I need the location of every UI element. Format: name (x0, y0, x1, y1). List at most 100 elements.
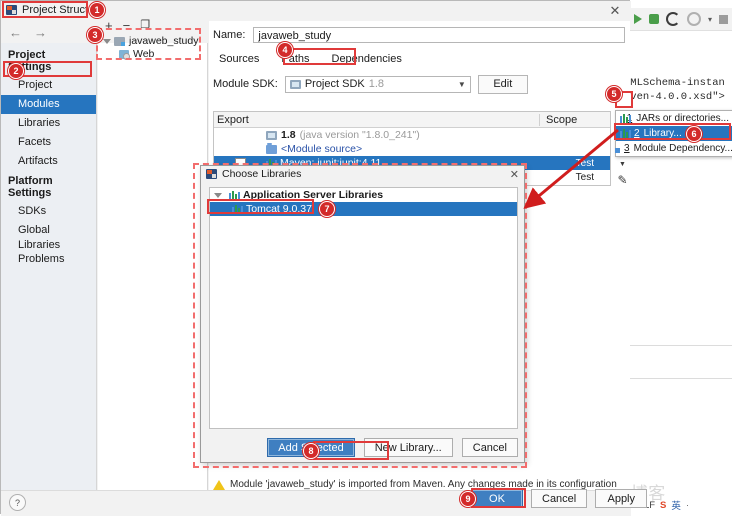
move-down-button[interactable]: ▼ (619, 159, 626, 170)
close-icon[interactable]: ✕ (607, 3, 623, 19)
column-header-scope: Scope (539, 113, 610, 126)
tab-sources[interactable]: Sources (215, 51, 263, 67)
ide-divider-1 (624, 345, 732, 346)
apply-button[interactable]: Apply (595, 489, 648, 508)
dependency-scope: Test (575, 171, 594, 183)
dependency-name-cell: 1.8 (java version "1.8.0_241") (266, 129, 530, 141)
jar-icon (620, 114, 631, 123)
annotation-badge-1: 1 (89, 2, 105, 18)
new-library-button[interactable]: New Library... (363, 438, 453, 457)
ide-code-area: XMLSchema-instan aven-4.0.0.xsd"> (624, 38, 732, 378)
code-line-2: aven-4.0.0.xsd"> (624, 91, 725, 103)
edit-dependency-button[interactable]: ✎ (617, 174, 627, 186)
annotation-badge-5: 5 (606, 86, 622, 102)
add-dependency-menu: 1 JARs or directories... 2 Library... 3 … (615, 110, 732, 157)
dependency-detail: (java version "1.8.0_241") (299, 129, 420, 141)
close-icon[interactable]: ✕ (510, 168, 519, 181)
dependency-name: 1.8 (281, 129, 296, 141)
annotation-badge-9: 9 (460, 491, 476, 507)
expander-icon[interactable] (103, 39, 111, 44)
sidebar-item-problems[interactable]: Problems (1, 250, 96, 269)
tree-node-javaweb-study[interactable]: javaweb_study (101, 35, 205, 48)
chevron-down-icon[interactable]: ▼ (458, 80, 466, 89)
libraries-tree: Application Server Libraries Tomcat 9.0.… (209, 187, 518, 429)
module-name-row: Name: javaweb_study (213, 26, 625, 44)
menu-item-label: Library... (643, 128, 682, 139)
cancel-button[interactable]: Cancel (531, 489, 588, 508)
menu-item-jars-or-directories[interactable]: 1 JARs or directories... (616, 111, 732, 126)
table-row[interactable]: 1.8 (java version "1.8.0_241") (214, 128, 610, 142)
project-structure-icon (6, 5, 17, 15)
modules-tree-toolbar: + − ❐ (101, 17, 205, 33)
library-icon (620, 129, 631, 138)
sidebar-item-modules[interactable]: Modules (1, 95, 96, 114)
cancel-button[interactable]: Cancel (461, 438, 518, 457)
debug-icon[interactable] (649, 14, 659, 24)
annotation-badge-4: 4 (277, 42, 293, 58)
ide-divider-2 (624, 378, 732, 379)
tree-node-label: javaweb_study (129, 35, 199, 47)
tab-dependencies[interactable]: Dependencies (328, 51, 406, 67)
ime-logo-icon: S (660, 499, 667, 511)
code-line-1: XMLSchema-instan (624, 77, 725, 89)
dependency-name-cell: <Module source> (266, 142, 530, 155)
ime-lang-icon: 英 (671, 501, 681, 512)
stop-icon (719, 14, 729, 24)
warning-icon (213, 480, 225, 490)
menu-item-label: JARs or directories... (636, 113, 729, 124)
module-sdk-row: Module SDK: Project SDK 1.8 ▼ Edit (213, 74, 625, 94)
sidebar-group-platform-settings: Platform Settings (8, 175, 53, 199)
back-icon[interactable]: ← (9, 25, 22, 40)
module-name-input[interactable]: javaweb_study (253, 27, 625, 43)
sidebar-item-sdks[interactable]: SDKs (1, 202, 96, 221)
dependencies-table-header: Export Scope (214, 112, 610, 128)
jdk-icon (289, 79, 301, 89)
add-module-button[interactable]: + (105, 19, 113, 32)
menu-item-label: Module Dependency... (633, 143, 732, 154)
dependency-scope: Test (575, 157, 594, 169)
modules-tree: javaweb_study Web (101, 35, 205, 61)
ide-toolbar-divider (624, 30, 732, 31)
profile-icon[interactable] (687, 12, 701, 26)
tree-node-label: Tomcat 9.0.37 (246, 203, 312, 215)
remove-module-button[interactable]: − (123, 19, 131, 32)
tree-node-label: Web (133, 48, 155, 60)
project-structure-actions: OK Cancel Apply (471, 489, 648, 508)
expander-icon[interactable] (214, 192, 222, 198)
choose-libraries-titlebar: Choose Libraries ✕ (201, 166, 524, 182)
menu-item-module-dependency[interactable]: 3 Module Dependency... (615, 141, 732, 156)
tree-node-tomcat[interactable]: Tomcat 9.0.37 (210, 202, 517, 216)
tree-node-application-server-libraries[interactable]: Application Server Libraries (210, 188, 517, 202)
forward-icon[interactable]: → (34, 25, 47, 40)
run-icon[interactable] (634, 14, 642, 24)
sidebar-item-artifacts[interactable]: Artifacts (1, 152, 96, 171)
edit-sdk-button[interactable]: Edit (477, 74, 528, 94)
module-source-icon (266, 142, 277, 154)
library-icon (232, 204, 243, 214)
module-sdk-version: 1.8 (368, 78, 385, 90)
library-icon (229, 190, 240, 200)
column-header-export: Export (217, 113, 249, 126)
ide-run-toolbar[interactable]: ▾ (624, 8, 732, 31)
coverage-icon[interactable] (666, 12, 680, 26)
menu-item-number: 2 (634, 128, 640, 139)
sidebar-item-libraries[interactable]: Libraries (1, 114, 96, 133)
annotation-badge-7: 7 (319, 201, 335, 217)
settings-sidebar: Project Settings Project Modules Librari… (1, 43, 97, 490)
dropdown-caret-icon[interactable]: ▾ (708, 15, 712, 24)
sidebar-item-facets[interactable]: Facets (1, 133, 96, 152)
jdk-icon (266, 130, 277, 140)
ok-button[interactable]: OK (471, 489, 523, 508)
help-button[interactable]: ? (9, 494, 26, 511)
table-row[interactable]: <Module source> (214, 142, 610, 156)
copy-module-button[interactable]: ❐ (140, 19, 150, 32)
menu-item-library[interactable]: 2 Library... (616, 126, 732, 141)
dialog-title: Choose Libraries (222, 168, 302, 180)
tree-node-web[interactable]: Web (101, 48, 205, 61)
module-sdk-select[interactable]: Project SDK 1.8 ▼ (284, 75, 471, 93)
name-label: Name: (213, 29, 246, 41)
module-sdk-label: Module SDK: (213, 78, 278, 90)
module-icon (114, 37, 125, 46)
sidebar-item-global-libraries[interactable]: Global Libraries (1, 221, 96, 251)
choose-libraries-actions: Add Selected New Library... Cancel (209, 438, 518, 457)
